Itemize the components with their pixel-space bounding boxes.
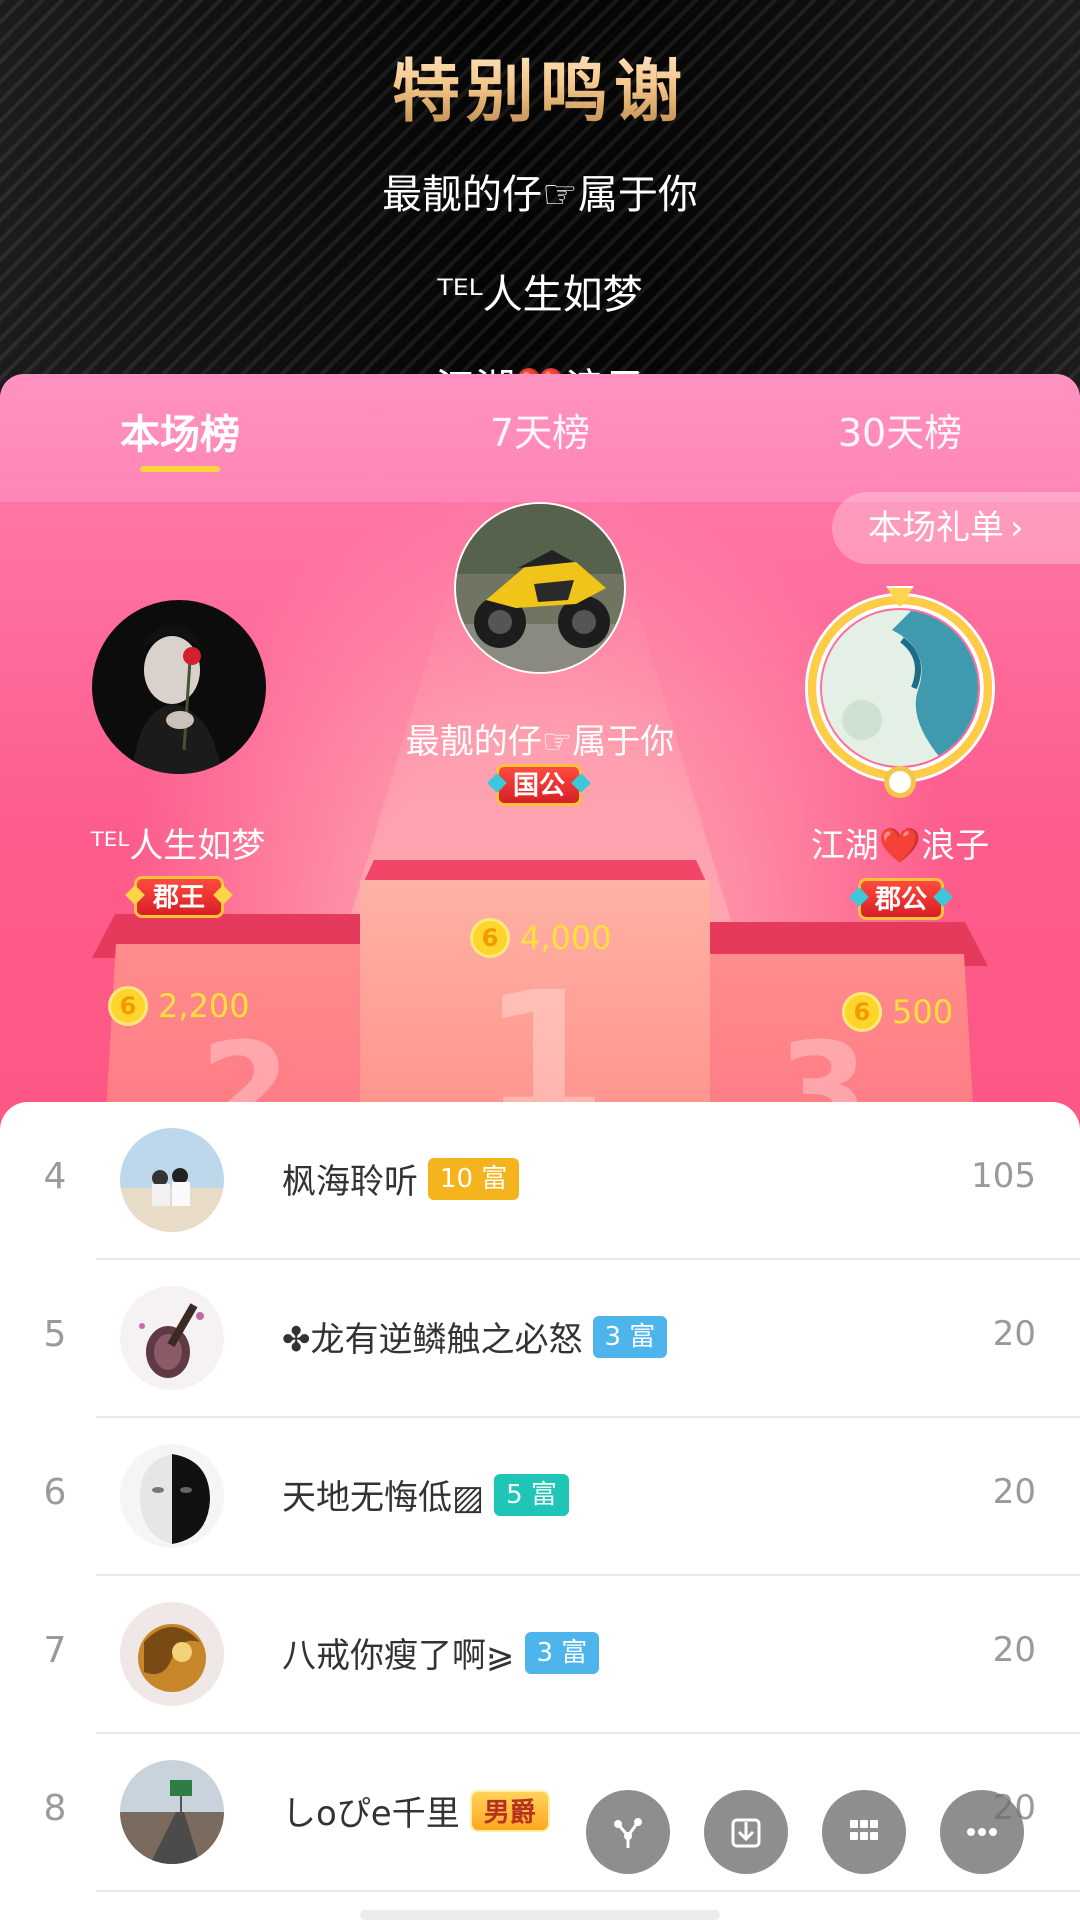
score: 20 [992,1472,1036,1512]
download-button[interactable] [704,1790,788,1874]
active-tab-indicator [140,466,220,472]
username: 枫海聆听 [282,1162,418,1202]
wealth-level-badge: 10 富 [428,1157,520,1200]
credits-title: 特别鸣谢 [0,36,1080,135]
avatar-second-place[interactable] [92,600,266,774]
grid-icon [850,1820,878,1840]
rank-number: 7 [43,1630,67,1671]
username: 天地无悔低▨ [282,1478,485,1518]
third-place-coins: 6 500 [842,992,953,1032]
divider [96,1890,1080,1892]
avatar[interactable] [120,1128,224,1232]
wealth-level-badge: 3 富 [524,1631,600,1674]
avatar-third-place[interactable] [822,610,978,766]
noble-badge: 郡公 [858,878,944,920]
tab-current-session[interactable]: 本场榜 [60,402,300,460]
score: 20 [992,1630,1036,1670]
share-icon [614,1818,642,1848]
ranking-list: 4 枫海聆听 10 富 105 5 ✤龙有逆鳞触之必怒 3 富 20 6 天地无… [0,1102,1080,1920]
coin-icon: 6 [108,986,148,1026]
score: 20 [992,1314,1036,1354]
coin-amount: 4,000 [520,919,612,957]
coin-icon: 6 [842,992,882,1032]
credit-line: ᵀᴱᴸ人生如梦 [437,272,643,318]
username: しoぴe千里 [282,1794,460,1834]
credit-line: 最靓的仔☞属于你 [382,172,698,218]
dragon-painting-icon [822,610,978,766]
motorcycle-photo-icon [456,504,624,672]
person-with-rose-photo-icon [92,600,266,774]
avatar[interactable] [120,1444,224,1548]
more-button[interactable] [940,1790,1024,1874]
coin-amount: 2,200 [158,987,250,1025]
noble-badge: 郡王 [134,876,224,918]
more-icon [967,1828,997,1836]
home-indicator [360,1910,720,1920]
couple-beach-photo-icon [120,1128,224,1232]
list-item[interactable]: 5 ✤龙有逆鳞触之必怒 3 富 20 [0,1260,1080,1418]
gift-list-label: 本场礼单 [868,508,1004,548]
noble-badge: 国公 [496,764,582,806]
wealth-level-badge: 3 富 [592,1315,668,1358]
rank-number: 4 [43,1156,67,1197]
list-item-name: 枫海聆听 10 富 [282,1154,520,1203]
second-place-name: ᵀᴱᴸ人生如梦 [90,826,266,866]
list-item[interactable]: 4 枫海聆听 10 富 105 [0,1102,1080,1260]
road-landscape-icon [120,1760,224,1864]
avatar-first-place[interactable] [454,502,626,674]
half-face-mask-icon [120,1444,224,1548]
rank-number: 5 [43,1314,67,1355]
score: 105 [971,1156,1036,1196]
list-item[interactable]: 8 しoぴe千里 男爵 20 [0,1734,1080,1892]
list-item-name: 八戒你瘦了啊⪀ 3 富 [282,1628,600,1677]
first-place-name: 最靓的仔☞属于你 [405,722,675,762]
avatar[interactable] [120,1760,224,1864]
avatar[interactable] [120,1602,224,1706]
username: ✤龙有逆鳞触之必怒 [282,1320,583,1360]
second-place-coins: 6 2,200 [108,986,250,1026]
chevron-right-icon: › [1010,508,1024,548]
grid-button[interactable] [822,1790,906,1874]
list-item-name: ✤龙有逆鳞触之必怒 3 富 [282,1312,668,1361]
download-icon [731,1818,761,1848]
gift-list-link[interactable]: 本场礼单 › [832,492,1080,564]
username: 八戒你瘦了啊⪀ [282,1636,515,1676]
list-item-name: 天地无悔低▨ 5 富 [282,1470,569,1519]
coin-amount: 500 [892,993,954,1031]
noble-badge: 男爵 [469,1789,550,1832]
list-item[interactable]: 6 天地无悔低▨ 5 富 20 [0,1418,1080,1576]
list-item[interactable]: 7 八戒你瘦了啊⪀ 3 富 20 [0,1576,1080,1734]
avatar-frame-pearl [884,766,916,798]
rank-number: 6 [43,1472,67,1513]
tab-30-days[interactable]: 30天榜 [780,402,1020,457]
coin-icon: 6 [470,918,510,958]
pipa-instrument-icon [120,1286,224,1390]
rank-number: 8 [43,1788,67,1829]
first-place-coins: 6 4,000 [470,918,612,958]
list-item-name: しoぴe千里 男爵 [282,1786,550,1835]
golden-dragon-icon [120,1602,224,1706]
avatar[interactable] [120,1286,224,1390]
credits-banner: 特别鸣谢 最靓的仔☞属于你 ᵀᴱᴸ人生如梦 江湖❤️浪子 [0,0,1080,400]
wealth-level-badge: 5 富 [494,1473,569,1516]
ranking-tabs: 本场榜 7天榜 30天榜 [0,374,1080,502]
third-place-name: 江湖❤️浪子 [810,826,990,866]
tab-7-days[interactable]: 7天榜 [420,402,660,457]
share-button[interactable] [586,1790,670,1874]
